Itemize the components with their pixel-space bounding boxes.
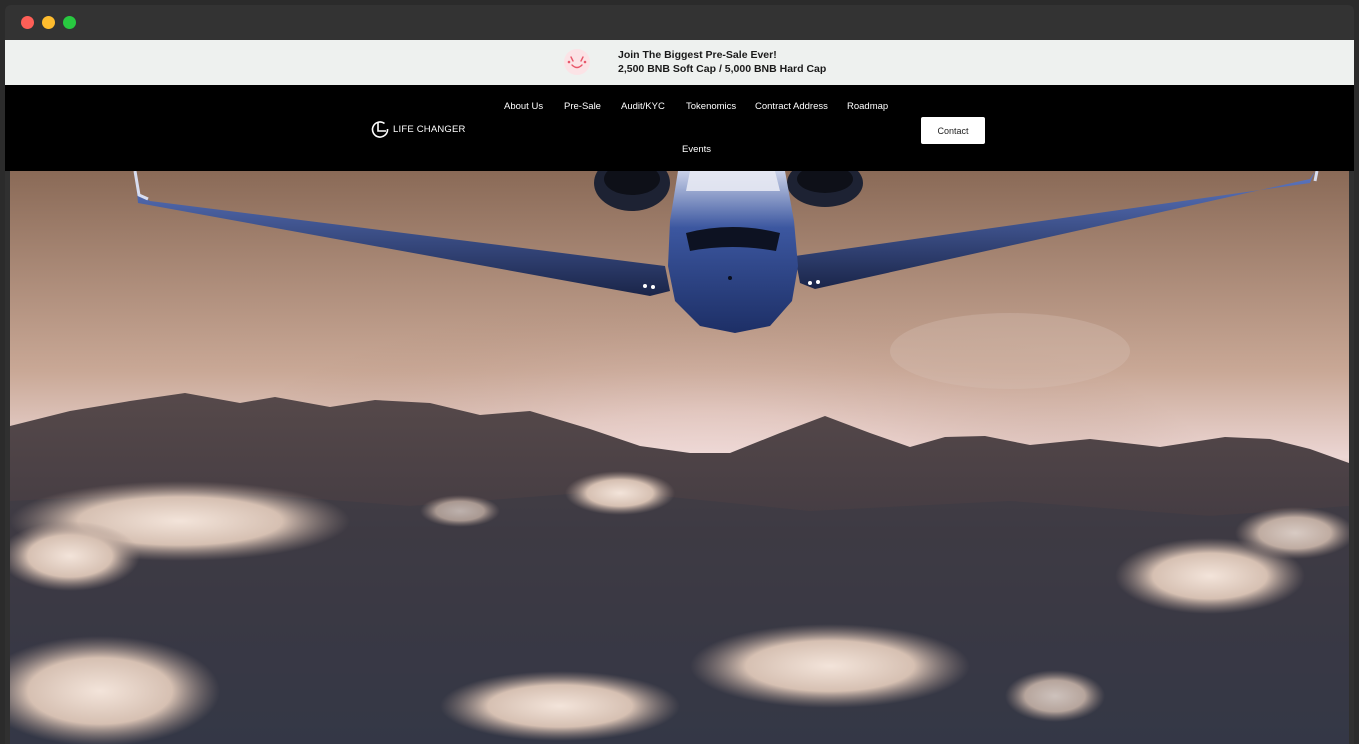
smiley-face-icon	[564, 49, 590, 75]
window-titlebar	[5, 5, 1354, 40]
nav-link-about-us[interactable]: About Us	[504, 101, 543, 112]
nav-link-roadmap[interactable]: Roadmap	[847, 101, 888, 112]
browser-window: Join The Biggest Pre-Sale Ever! 2,500 BN…	[5, 5, 1354, 744]
site-logo[interactable]: LIFE CHANGER	[370, 119, 466, 139]
close-window-button[interactable]	[21, 16, 34, 29]
logo-text: LIFE CHANGER	[393, 123, 466, 135]
announcement-caps: 2,500 BNB Soft Cap / 5,000 BNB Hard Cap	[618, 63, 827, 75]
jet-over-mountains-illustration	[10, 171, 1349, 744]
nav-link-pre-sale[interactable]: Pre-Sale	[564, 101, 601, 112]
nav-link-contract-address[interactable]: Contract Address	[755, 101, 828, 112]
hero-image	[10, 171, 1349, 744]
minimize-window-button[interactable]	[42, 16, 55, 29]
nav-link-events[interactable]: Events	[682, 144, 711, 155]
nav-link-audit-kyc[interactable]: Audit/KYC	[621, 101, 665, 112]
announcement-headline: Join The Biggest Pre-Sale Ever!	[618, 49, 777, 61]
main-navbar: LIFE CHANGER About Us Pre-Sale Audit/KYC…	[5, 85, 1354, 171]
nav-link-tokenomics[interactable]: Tokenomics	[686, 101, 736, 112]
contact-button[interactable]: Contact	[921, 117, 985, 144]
announcement-bar: Join The Biggest Pre-Sale Ever! 2,500 BN…	[5, 40, 1354, 85]
maximize-window-button[interactable]	[63, 16, 76, 29]
life-changer-logo-icon	[371, 121, 389, 138]
